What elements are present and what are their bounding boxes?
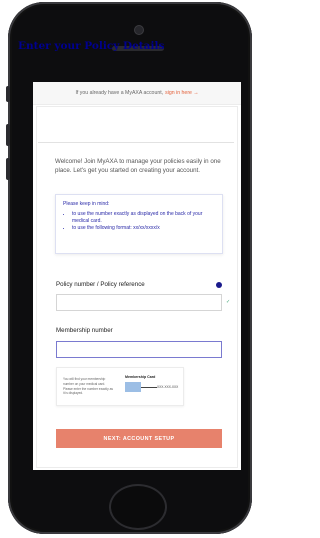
front-camera xyxy=(135,26,143,34)
page-title: Enter your Policy Details xyxy=(18,40,165,52)
intro-text: Welcome! Join MyAXA to manage your polic… xyxy=(55,158,221,174)
app-screen: If you already have a MyAXA account, sig… xyxy=(33,82,241,470)
notice-bullet: to use the number exactly as displayed o… xyxy=(72,211,216,225)
card-pointer-line xyxy=(141,387,157,388)
volume-down-button xyxy=(6,158,10,180)
home-button[interactable] xyxy=(109,484,167,530)
volume-up-button xyxy=(6,124,10,146)
membership-card-hint: You will find your membership number on … xyxy=(56,367,184,406)
notice-bullet: to use the following format: xx/xx/xxxx/… xyxy=(72,225,216,232)
notice-title: Please keep in mind: xyxy=(63,201,110,207)
signin-link[interactable]: sign in here → xyxy=(165,90,198,96)
next-account-setup-button[interactable]: NEXT: ACCOUNT SETUP xyxy=(56,429,222,448)
card-hint-number: XXX-XXX-XXX xyxy=(157,385,179,389)
notice-box: Please keep in mind: to use the number e… xyxy=(55,194,223,254)
notice-list: to use the number exactly as displayed o… xyxy=(56,211,222,232)
signin-banner-text: If you already have a MyAXA account, xyxy=(75,90,164,96)
membership-number-input[interactable] xyxy=(56,341,222,358)
card-illustration-icon xyxy=(125,382,141,392)
mute-switch xyxy=(6,86,10,102)
title-divider xyxy=(38,142,234,143)
check-icon: ✓ xyxy=(226,299,231,305)
signin-banner: If you already have a MyAXA account, sig… xyxy=(33,82,241,105)
info-dot-icon[interactable] xyxy=(216,282,222,288)
policy-number-label: Policy number / Policy reference xyxy=(56,281,145,288)
card-hint-text: You will find your membership number on … xyxy=(63,377,113,396)
policy-number-input[interactable] xyxy=(56,294,222,311)
card-hint-title: Membership Card xyxy=(125,375,156,379)
membership-number-label: Membership number xyxy=(56,327,113,334)
